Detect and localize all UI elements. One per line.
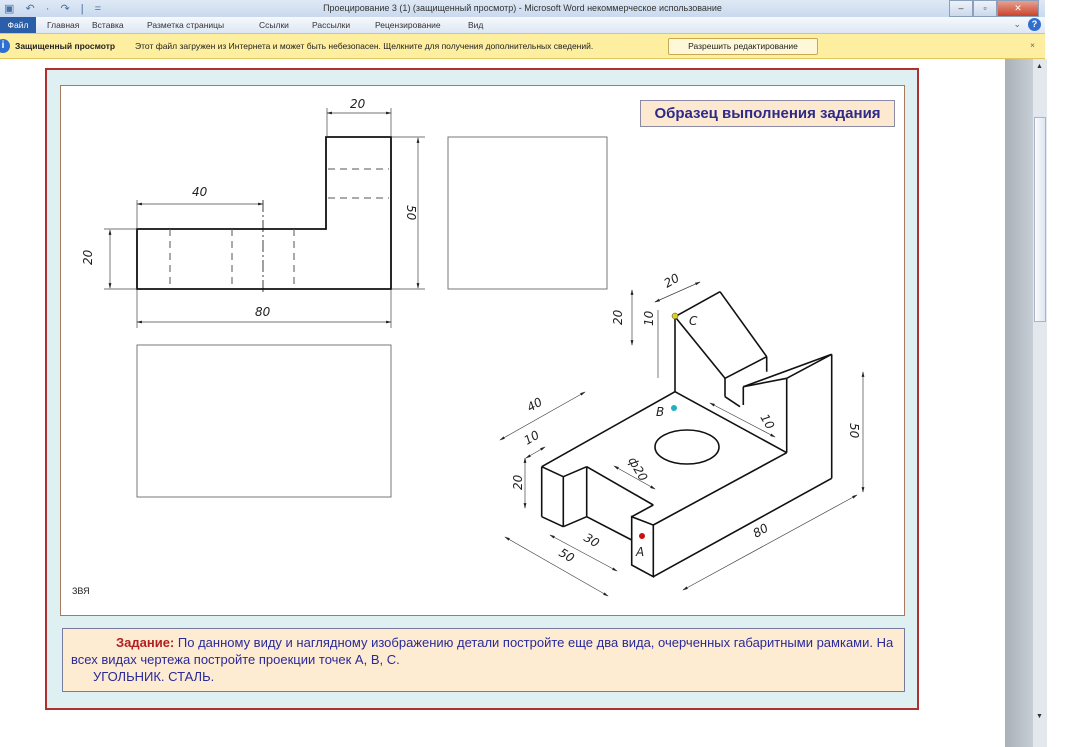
iso-dim-20-top: 20 [662, 271, 683, 291]
iso-dim-50-bottom: 50 [557, 545, 578, 565]
iso-dim-20-side: 20 [611, 309, 625, 325]
iso-dim-80: 80 [751, 521, 772, 541]
iso-dim-30: 30 [582, 530, 603, 550]
iso-dim-10-side: 10 [642, 310, 656, 326]
dim-20-left: 20 [81, 249, 95, 265]
point-a-label: A [635, 545, 644, 559]
iso-dim-20-left: 20 [511, 474, 525, 490]
iso-dim-40: 40 [525, 395, 546, 415]
isometric-view [499, 281, 865, 597]
task-label: Задание: [116, 635, 175, 650]
front-view [104, 108, 425, 328]
dim-50: 50 [404, 205, 418, 221]
point-b-label: B [656, 405, 664, 419]
point-b-marker [671, 405, 677, 411]
iso-dim-50: 50 [847, 423, 861, 439]
point-c-label: C [689, 314, 698, 328]
task-box: Задание: По данному виду и наглядному из… [62, 628, 905, 692]
point-a-marker [639, 533, 645, 539]
dim-40: 40 [192, 185, 208, 199]
iso-dim-10-left: 10 [522, 428, 543, 448]
task-text: По данному виду и наглядному изображению… [71, 635, 894, 667]
side-view-frame [447, 136, 608, 290]
iso-dim-phi20: ф20 [625, 455, 650, 484]
top-view-frame [136, 344, 392, 498]
task-subject: УГОЛЬНИК. СТАЛЬ. [93, 669, 215, 684]
point-c-marker [671, 312, 679, 320]
iso-dim-10-right: 10 [757, 412, 777, 433]
dim-80: 80 [255, 305, 271, 319]
dim-20-top: 20 [350, 97, 366, 111]
